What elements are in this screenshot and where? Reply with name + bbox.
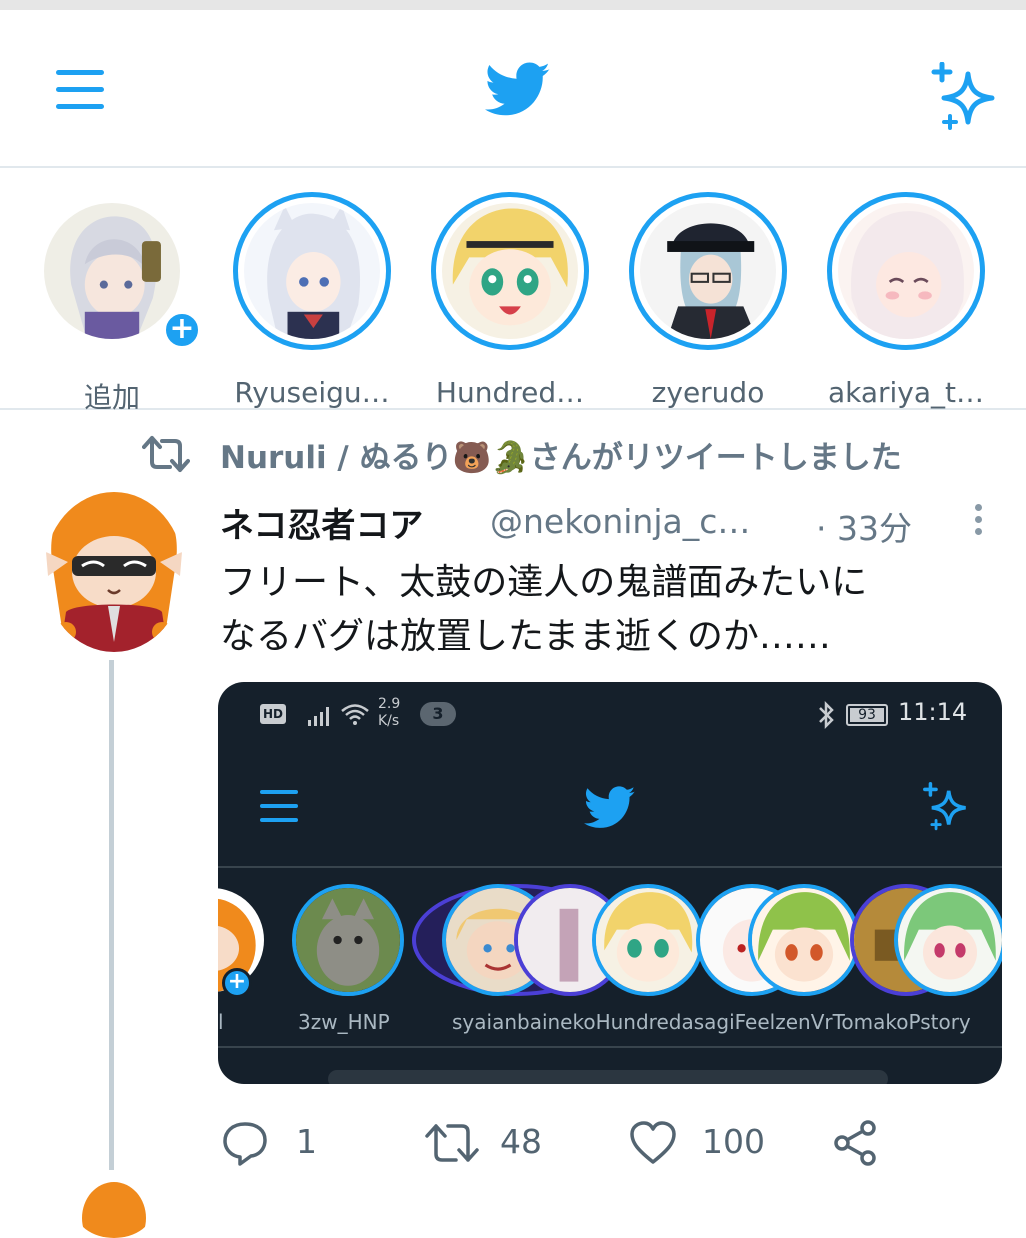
add-fleet-icon[interactable]: +: [162, 310, 202, 350]
sparkle-icon: [923, 782, 966, 831]
thread-line: [109, 660, 114, 1170]
like-count: 100: [702, 1122, 765, 1161]
fleet-avatar: [442, 203, 578, 339]
fleet-item[interactable]: Hundred…: [420, 192, 600, 409]
wifi-icon: [341, 704, 369, 725]
hd-icon: HD: [260, 704, 286, 724]
fleet-item[interactable]: akariya_t…: [816, 192, 996, 409]
fleet-name: akariya_t…: [827, 376, 985, 409]
twitter-bird-icon: [584, 786, 636, 828]
app-header: [0, 10, 1026, 168]
next-tweet-avatar[interactable]: [74, 1178, 154, 1238]
author-handle[interactable]: @nekoninja_c…: [490, 502, 750, 541]
more-options-icon[interactable]: [968, 500, 988, 540]
add-fleet-icon: +: [222, 968, 252, 998]
tweet-actions: 1 48 100: [220, 1114, 1010, 1174]
fleet-avatar: [592, 884, 704, 996]
media-fleet-names: l 3zw_HNP syaianbainekoHundredasagiFeelz…: [218, 1010, 971, 1034]
fleet-avatar: [838, 203, 974, 339]
notification-count-badge: 3: [420, 702, 456, 726]
battery-icon: 93: [846, 704, 888, 726]
retweet-context-text: Nuruli / ぬるり🐻🐊さんがリツイートしました: [220, 440, 902, 476]
tweet-text-line: なるバグは放置したまま逝くのか……: [220, 616, 831, 657]
system-top-strip: [0, 0, 1026, 10]
media-status-bar: HD 2.9 K/s 3 93 11:14: [218, 682, 1002, 746]
tweet-time[interactable]: · 33分: [816, 502, 912, 550]
bluetooth-icon: [819, 700, 834, 730]
sparkle-icon[interactable]: [930, 62, 1004, 132]
network-speed: 2.9 K/s: [378, 696, 401, 729]
divider: [218, 866, 1002, 868]
tweet-header: ネコ忍者コア @nekoninja_c… · 33分: [220, 496, 1010, 548]
fleet-avatar: [244, 203, 380, 339]
retweet-icon: [425, 1124, 479, 1162]
divider: [218, 1046, 1002, 1048]
fleet-name: Hundred…: [435, 376, 585, 409]
own-avatar: [44, 203, 180, 339]
share-icon: [834, 1120, 876, 1166]
tweet-text: フリート、太鼓の達人の鬼譜面みたいに なるバグは放置したまま逝くのか……: [220, 556, 1010, 664]
fleet-name: Ryuseigu…: [234, 376, 390, 409]
fleet-avatar: [640, 203, 776, 339]
fleet-avatar: [894, 884, 1002, 996]
tweet-text-line: フリート、太鼓の達人の鬼譜面みたいに: [220, 562, 868, 603]
hamburger-menu-icon: [260, 788, 298, 824]
fleet-avatar: [748, 884, 860, 996]
fleets-row: + 追加 Ryuseigu… Hundred… zyerudo akariya_…: [0, 170, 1026, 414]
signal-icon: [308, 707, 329, 726]
fleet-avatar: [292, 884, 404, 996]
twitter-bird-icon[interactable]: [485, 62, 551, 118]
fleet-item[interactable]: Ryuseigu…: [222, 192, 402, 409]
status-clock: 11:14: [898, 698, 968, 726]
reply-icon: [223, 1122, 267, 1166]
fleet-add[interactable]: + 追加: [22, 192, 202, 414]
retweet-context[interactable]: Nuruli / ぬるり🐻🐊さんがリツイートしました: [142, 432, 1022, 476]
hamburger-menu-icon[interactable]: [56, 68, 104, 112]
author-avatar[interactable]: [44, 492, 184, 652]
tweet-media-image[interactable]: HD 2.9 K/s 3 93 11:14 + l 3zw_HNP syaian…: [218, 682, 1002, 1084]
retweet-icon: [142, 436, 190, 472]
fleet-name: 追加: [83, 381, 140, 414]
cropped-retweet-line: [328, 1070, 888, 1084]
reply-count: 1: [296, 1122, 317, 1161]
share-button[interactable]: [830, 1114, 886, 1170]
author-name[interactable]: ネコ忍者コア: [220, 498, 423, 547]
heart-icon: [630, 1121, 676, 1164]
retweet-count: 48: [500, 1122, 542, 1161]
fleet-item[interactable]: zyerudo: [618, 192, 798, 409]
fleet-name: zyerudo: [651, 376, 765, 409]
